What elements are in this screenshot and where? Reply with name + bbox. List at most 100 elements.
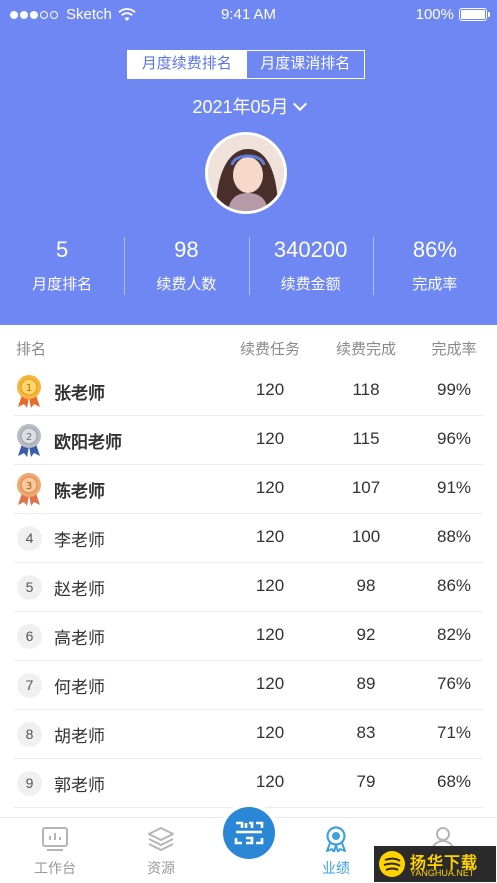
rank-badge: 5 — [17, 575, 42, 600]
month-picker[interactable]: 2021年05月 — [0, 93, 497, 119]
stat-renewal-count: 98 续费人数 — [124, 235, 248, 297]
teacher-name: 张老师 — [54, 384, 105, 403]
renewal-task: 120 — [255, 478, 285, 497]
stat-monthly-rank: 5 月度排名 — [0, 235, 124, 297]
tab-monthly-consumption-ranking[interactable]: 月度课消排名 — [245, 51, 365, 78]
completion-rate: 88% — [436, 527, 472, 546]
tab-label: 资源 — [147, 860, 175, 876]
table-row[interactable]: 7 何老师 120 89 76% — [0, 661, 497, 710]
table-row[interactable]: 6 高老师 120 92 82% — [0, 612, 497, 661]
table-row[interactable]: 1 张老师 120 118 99% — [0, 367, 497, 416]
avatar[interactable] — [205, 132, 287, 214]
scan-code-button[interactable] — [219, 803, 279, 863]
month-label: 2021年05月 — [192, 97, 289, 117]
avatar-portrait-icon — [208, 135, 284, 211]
chevron-down-icon — [292, 96, 307, 112]
stat-value: 98 — [174, 237, 199, 262]
tab-label: 业绩 — [322, 860, 350, 876]
teacher-name: 郭老师 — [54, 776, 105, 795]
stat-value: 5 — [56, 237, 69, 262]
completion-rate: 71% — [436, 723, 472, 742]
renewal-done: 83 — [356, 723, 376, 742]
stat-renewal-amount: 340200 续费金额 — [248, 235, 373, 297]
ranking-table-header: 排名 续费任务 续费完成 完成率 — [0, 338, 497, 362]
rank-badge: 6 — [17, 624, 42, 649]
gold-medal-icon: 1 — [17, 375, 41, 408]
renewal-done: 92 — [356, 625, 376, 644]
watermark: 扬华下载 YANGHUA.NET — [374, 846, 496, 882]
renewal-task: 120 — [255, 429, 285, 448]
stat-label: 完成率 — [412, 276, 458, 293]
teacher-name: 赵老师 — [54, 580, 105, 599]
completion-rate: 86% — [436, 576, 472, 595]
battery-percent: 100% — [415, 6, 454, 23]
summary-stats: 5 月度排名 98 续费人数 340200 续费金额 86% 完成率 — [0, 235, 497, 297]
watermark-subtitle: YANGHUA.NET — [410, 868, 475, 878]
completion-rate: 99% — [436, 380, 472, 399]
renewal-task: 120 — [255, 674, 285, 693]
renewal-done: 100 — [351, 527, 381, 546]
header-rank: 排名 — [16, 341, 47, 358]
award-icon — [326, 826, 346, 852]
teacher-name: 陈老师 — [54, 482, 105, 501]
ranking-type-toggle: 月度续费排名 月度课消排名 — [127, 50, 365, 79]
header-rate: 完成率 — [431, 341, 477, 358]
tab-label: 工作台 — [34, 860, 76, 876]
header-done: 续费完成 — [335, 341, 396, 358]
completion-rate: 96% — [436, 429, 472, 448]
completion-rate: 76% — [436, 674, 472, 693]
stat-label: 续费人数 — [156, 276, 217, 293]
renewal-done: 107 — [351, 478, 381, 497]
teacher-name: 胡老师 — [54, 727, 105, 746]
stat-label: 续费金额 — [280, 276, 341, 293]
medal-rank-number: 1 — [26, 383, 32, 394]
rank-badge: 8 — [17, 722, 42, 747]
rank-badge: 7 — [17, 673, 42, 698]
teacher-name: 高老师 — [54, 629, 105, 648]
stat-value: 86% — [412, 237, 457, 262]
layers-icon — [148, 827, 174, 851]
medal-rank-number: 2 — [26, 432, 32, 443]
stat-completion-rate: 86% 完成率 — [372, 235, 497, 297]
silver-medal-icon: 2 — [17, 424, 41, 457]
renewal-task: 120 — [255, 772, 285, 791]
medal-rank-number: 3 — [26, 481, 32, 492]
scan-code-icon — [234, 821, 264, 845]
tab-workbench[interactable]: 工作台 — [20, 826, 90, 878]
table-row[interactable]: 9 郭老师 120 79 68% — [0, 759, 497, 808]
rank-badge: 9 — [17, 771, 42, 796]
bronze-medal-icon: 3 — [17, 473, 41, 506]
renewal-done: 79 — [356, 772, 376, 791]
watermark-logo-icon — [379, 851, 405, 877]
tab-monthly-renewal-ranking[interactable]: 月度续费排名 — [128, 51, 246, 78]
stat-label: 月度排名 — [32, 276, 93, 293]
renewal-done: 118 — [352, 380, 380, 399]
table-row[interactable]: 2 欧阳老师 120 115 96% — [0, 416, 497, 465]
completion-rate: 82% — [436, 625, 472, 644]
completion-rate: 91% — [436, 478, 472, 497]
renewal-task: 120 — [255, 723, 285, 742]
tab-performance[interactable]: 业绩 — [301, 826, 371, 878]
teacher-name: 欧阳老师 — [54, 433, 122, 452]
table-row[interactable]: 5 赵老师 120 98 86% — [0, 563, 497, 612]
status-bar: Sketch 9:41 AM 100% — [0, 0, 497, 30]
renewal-done: 89 — [356, 674, 376, 693]
header-panel: Sketch 9:41 AM 100% 月度续费排名 月度课消排名 2021年0… — [0, 0, 497, 325]
renewal-task: 120 — [255, 625, 285, 644]
stat-value: 340200 — [273, 237, 348, 262]
teacher-name: 李老师 — [54, 531, 105, 550]
renewal-done: 98 — [356, 576, 376, 595]
header-task: 续费任务 — [239, 341, 300, 358]
table-row[interactable]: 4 李老师 120 100 88% — [0, 514, 497, 563]
table-row[interactable]: 3 陈老师 120 107 91% — [0, 465, 497, 514]
battery-icon — [459, 8, 490, 21]
renewal-task: 120 — [255, 380, 285, 399]
chart-icon — [42, 827, 68, 851]
table-row[interactable]: 8 胡老师 120 83 71% — [0, 710, 497, 759]
renewal-task: 120 — [255, 527, 285, 546]
renewal-task: 120 — [255, 576, 285, 595]
tab-resources[interactable]: 资源 — [126, 826, 196, 878]
teacher-name: 何老师 — [54, 678, 105, 697]
completion-rate: 68% — [436, 772, 472, 791]
rank-badge: 4 — [17, 526, 42, 551]
